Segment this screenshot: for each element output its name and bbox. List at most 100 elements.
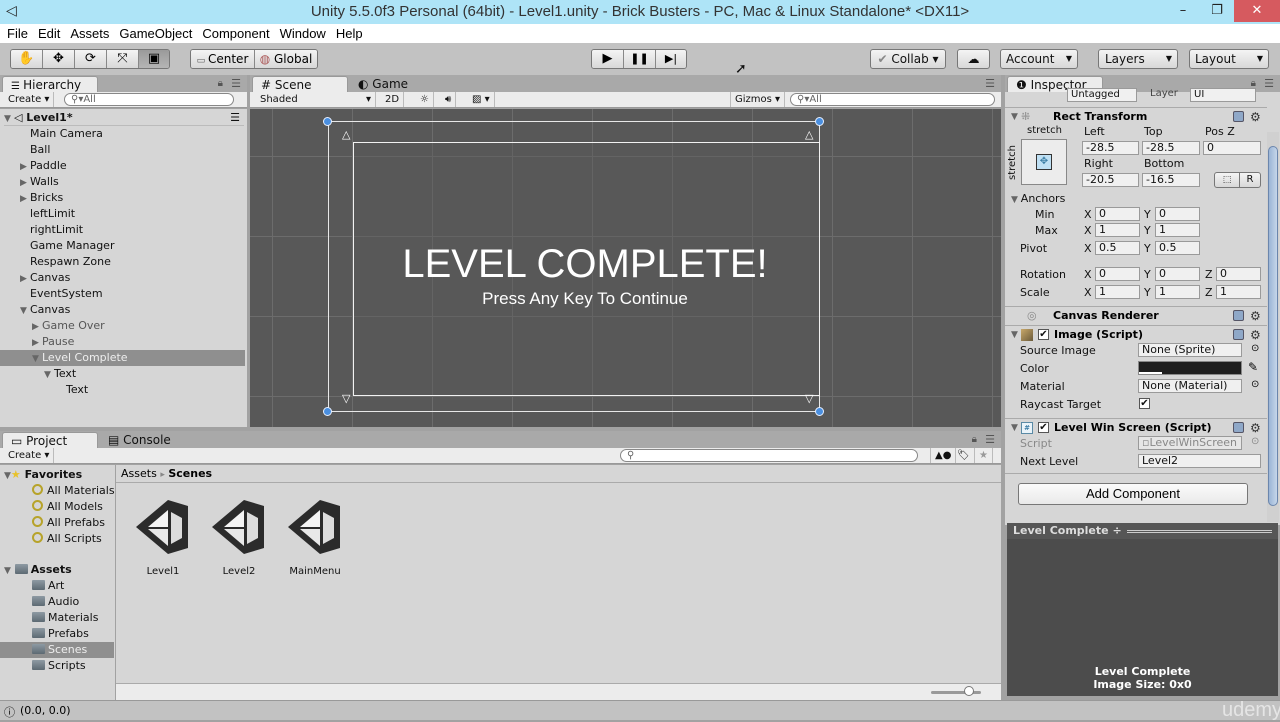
hierarchy-item[interactable]: rightLimit — [0, 222, 245, 238]
layer-dropdown[interactable]: UI — [1190, 88, 1256, 102]
gear-icon[interactable]: ⚙ — [1250, 108, 1261, 126]
hierarchy-search-input[interactable]: ⚲▾All — [64, 93, 234, 106]
rotation-x[interactable]: 0 — [1095, 267, 1140, 281]
expand-arrow-icon[interactable]: ▼ — [44, 367, 54, 383]
hierarchy-item[interactable]: ▶ Bricks — [0, 190, 245, 206]
anchor-icon[interactable]: ▽ — [342, 392, 350, 405]
rotation-z[interactable]: 0 — [1216, 267, 1261, 281]
scale-z[interactable]: 1 — [1216, 285, 1261, 299]
project-search-input[interactable]: ⚲ — [620, 449, 918, 462]
menu-component[interactable]: Component — [199, 24, 272, 43]
folder-item[interactable]: Audio — [0, 594, 114, 610]
rotation-y[interactable]: 0 — [1155, 267, 1200, 281]
resize-handle[interactable] — [323, 117, 332, 126]
level-win-screen-header[interactable]: ▼ # ✔ Level Win Screen (Script) ⚙ — [1005, 418, 1267, 436]
anchor-max-x[interactable]: 1 — [1095, 223, 1140, 237]
breadcrumb-scenes[interactable]: Scenes — [168, 467, 212, 480]
folder-item[interactable]: Art — [0, 578, 114, 594]
pause-button[interactable]: ❚❚ — [624, 50, 656, 68]
scene-root-row[interactable]: ▼ ◁ Level1* ☰ — [4, 110, 244, 126]
breadcrumb-assets[interactable]: Assets — [121, 467, 157, 480]
favorite-item[interactable]: All Scripts — [0, 531, 114, 547]
menu-file[interactable]: File — [4, 24, 31, 43]
favorites-foldout[interactable]: ▼★ Favorites — [4, 467, 118, 483]
2d-toggle[interactable]: 2D — [381, 92, 405, 107]
scene-menu-icon[interactable]: ☰ — [230, 110, 240, 126]
expand-arrow-icon[interactable]: ▼ — [32, 351, 42, 367]
panel-menu-icon[interactable]: ☰ — [985, 77, 995, 90]
scrollbar-thumb[interactable] — [1268, 146, 1278, 506]
folder-item[interactable]: Scenes — [0, 642, 114, 658]
gear-icon[interactable]: ⚙ — [1250, 307, 1261, 325]
bottom-field[interactable]: -16.5 — [1142, 173, 1200, 187]
resize-handle[interactable] — [815, 407, 824, 416]
project-create-dropdown[interactable]: Create ▾ — [4, 448, 55, 463]
expand-arrow-icon[interactable]: ▶ — [20, 191, 30, 207]
preview-drag-handle[interactable] — [1127, 530, 1272, 533]
help-icon[interactable] — [1233, 329, 1244, 340]
panel-menu-icon[interactable]: ☰ — [1264, 77, 1274, 90]
folder-item[interactable]: Materials — [0, 610, 114, 626]
scale-x[interactable]: 1 — [1095, 285, 1140, 299]
hierarchy-item[interactable]: leftLimit — [0, 206, 245, 222]
menu-edit[interactable]: Edit — [35, 24, 63, 43]
folder-item[interactable]: Scripts — [0, 658, 114, 674]
expand-arrow-icon[interactable]: ▶ — [32, 335, 42, 351]
canvas-renderer-header[interactable]: ◎ Canvas Renderer ⚙ — [1005, 306, 1267, 324]
expand-arrow-icon[interactable]: ▶ — [20, 159, 30, 175]
expand-arrow-icon[interactable]: ▶ — [32, 319, 42, 335]
favorites-star-icon[interactable]: ★ — [975, 448, 993, 463]
hierarchy-item[interactable]: Game Manager — [0, 238, 245, 254]
object-picker-icon[interactable]: ⊙ — [1251, 379, 1259, 390]
anchors-foldout[interactable]: ▼ Anchors — [1011, 192, 1065, 205]
left-field[interactable]: -28.5 — [1082, 141, 1139, 155]
panel-menu-icon[interactable]: ☰ — [985, 433, 995, 446]
object-picker-icon[interactable]: ⊙ — [1251, 343, 1259, 354]
hierarchy-item[interactable]: EventSystem — [0, 286, 245, 302]
scene-asset[interactable]: Level1 — [128, 492, 198, 577]
right-field[interactable]: -20.5 — [1082, 173, 1139, 187]
resize-handle[interactable] — [323, 407, 332, 416]
preview-header[interactable]: Level Complete ÷ — [1007, 523, 1278, 539]
pivot-y[interactable]: 0.5 — [1155, 241, 1200, 255]
raw-edit-button[interactable]: R — [1239, 172, 1261, 188]
anchor-icon[interactable]: △ — [342, 128, 350, 141]
shading-dropdown[interactable]: Shaded ▾ — [256, 92, 376, 107]
script-field[interactable]: ▫LevelWinScreen — [1138, 436, 1242, 450]
layers-dropdown[interactable]: Layers ▼ — [1098, 49, 1178, 69]
inspector-scrollbar[interactable] — [1267, 132, 1279, 522]
hierarchy-item[interactable]: Main Camera — [0, 126, 245, 142]
restore-button[interactable]: ❐ — [1200, 0, 1234, 22]
next-level-field[interactable]: Level2 — [1138, 454, 1261, 468]
anchor-icon[interactable]: △ — [805, 128, 813, 141]
folder-item[interactable]: Prefabs — [0, 626, 114, 642]
expand-arrow-icon[interactable]: ▶ — [20, 175, 30, 191]
scene-asset[interactable]: MainMenu — [280, 492, 350, 577]
gear-icon[interactable]: ⚙ — [1250, 419, 1261, 437]
hierarchy-item[interactable]: Text — [0, 382, 245, 398]
color-field[interactable] — [1138, 361, 1242, 375]
top-field[interactable]: -28.5 — [1142, 141, 1200, 155]
gizmos-dropdown[interactable]: Gizmos ▾ — [730, 92, 786, 107]
hierarchy-item[interactable]: ▼ Level Complete — [0, 350, 245, 366]
blueprint-mode-button[interactable]: ⬚ — [1214, 172, 1240, 188]
add-component-button[interactable]: Add Component — [1018, 483, 1248, 505]
resize-handle[interactable] — [815, 117, 824, 126]
favorite-item[interactable]: All Models — [0, 499, 114, 515]
raycast-target-checkbox[interactable]: ✔ — [1139, 398, 1150, 409]
expand-arrow-icon[interactable]: ▼ — [20, 303, 30, 319]
effects-toggle-icon[interactable]: ▨ ▾ — [468, 92, 495, 107]
icon-size-slider-knob[interactable] — [963, 686, 974, 696]
expand-arrow-icon[interactable]: ▶ — [20, 271, 30, 287]
rect-tool-icon[interactable]: ▣ — [139, 50, 169, 68]
anchor-presets-button[interactable]: ✥ — [1021, 139, 1067, 185]
anchor-icon[interactable]: ▽ — [805, 392, 813, 405]
hierarchy-item[interactable]: ▼ Canvas — [0, 302, 245, 318]
scale-tool-icon[interactable]: ⤧ — [107, 50, 139, 68]
panel-menu-icon[interactable]: ☰ — [231, 77, 241, 90]
step-button[interactable]: ▶| — [656, 50, 686, 68]
scene-search-input[interactable]: ⚲▾All — [790, 93, 995, 106]
hierarchy-item[interactable]: Ball — [0, 142, 245, 158]
hierarchy-item[interactable]: ▼ Text — [0, 366, 245, 382]
menu-gameobject[interactable]: GameObject — [116, 24, 195, 43]
